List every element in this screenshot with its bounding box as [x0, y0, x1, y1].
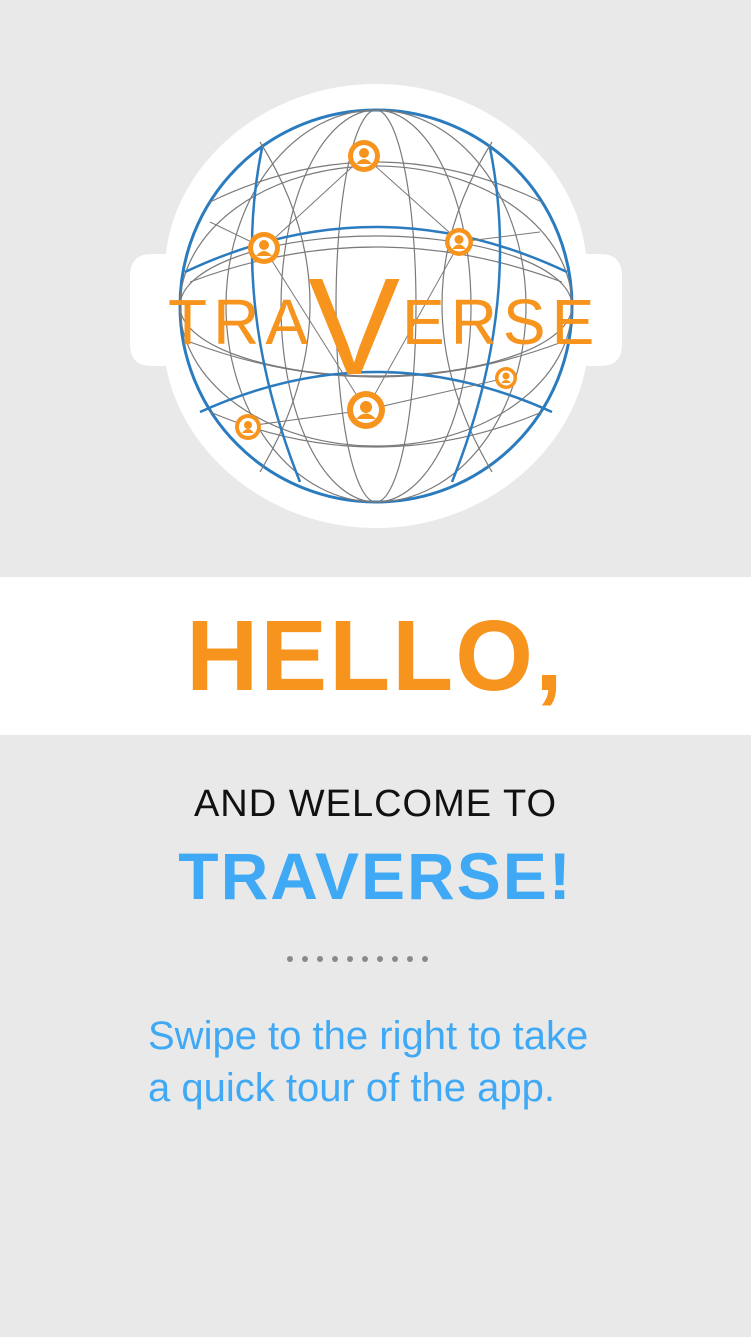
brand-name: TRAVERSE!: [178, 839, 573, 913]
page-dot: [302, 956, 308, 962]
page-indicator: [287, 956, 467, 968]
swipe-instructions-line1: Swipe to the right to take: [148, 1014, 589, 1058]
hello-banner: HELLO,: [0, 577, 751, 735]
page-dot: [377, 956, 383, 962]
page-dot: [362, 956, 368, 962]
hello-heading: HELLO,: [186, 600, 565, 712]
traverse-logo: TRA V ERSE: [130, 82, 622, 532]
page-dot: [347, 956, 353, 962]
page-dot: [332, 956, 338, 962]
globe-network-icon: TRA V ERSE: [130, 84, 622, 528]
logo-wordmark-right: ERSE: [402, 286, 600, 358]
page-dot: [287, 956, 293, 962]
logo-wordmark-left: TRA: [168, 286, 314, 358]
welcome-screen[interactable]: TRA V ERSE HELLO, AND WELCOME TO TRAVERS…: [0, 0, 751, 1337]
logo-wordmark-v: V: [308, 250, 400, 404]
page-dot: [422, 956, 428, 962]
swipe-instructions: Swipe to the right to take a quick tour …: [148, 1010, 708, 1114]
page-dot: [392, 956, 398, 962]
swipe-instructions-line2: a quick tour of the app.: [148, 1066, 555, 1110]
page-dot: [407, 956, 413, 962]
welcome-intro: AND WELCOME TO: [193, 783, 558, 825]
page-dot: [317, 956, 323, 962]
